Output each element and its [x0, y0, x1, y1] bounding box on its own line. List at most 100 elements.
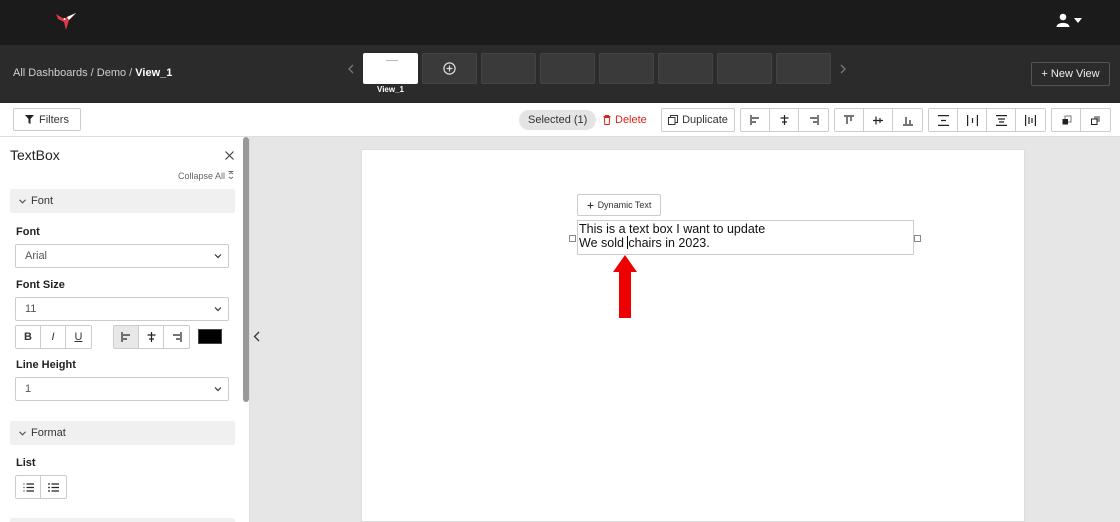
filter-icon	[25, 115, 35, 124]
font-size-select[interactable]: 11	[15, 297, 229, 321]
dashboard-canvas[interactable]	[361, 149, 1025, 522]
delete-button[interactable]: Delete	[603, 109, 647, 131]
view-bar: All Dashboards / Demo / View_1 + New Vie…	[0, 45, 1120, 103]
distribute-horizontal-button[interactable]	[958, 109, 987, 131]
view-slot-empty[interactable]	[717, 53, 772, 84]
view-slot-empty[interactable]	[776, 53, 831, 84]
views-next-arrow-icon[interactable]	[840, 63, 846, 77]
breadcrumb-all-dashboards[interactable]: All Dashboards	[13, 67, 88, 79]
copy-icon	[668, 115, 679, 125]
chevron-down-icon	[19, 198, 26, 204]
thumbnail-preview	[386, 60, 398, 61]
textbox-line-1: This is a text box I want to update	[579, 222, 766, 236]
numbered-list-icon	[23, 482, 34, 492]
align-top-button[interactable]	[835, 109, 864, 131]
breadcrumb-separator: /	[87, 67, 97, 79]
send-to-back-button[interactable]	[1081, 109, 1110, 131]
space-horizontal-button[interactable]	[1016, 109, 1045, 131]
line-height-label: Line Height	[16, 359, 76, 371]
duplicate-button[interactable]: Duplicate	[661, 108, 735, 132]
line-height-select-value: 1	[25, 383, 32, 395]
view-thumbnail-active[interactable]	[363, 53, 418, 84]
add-view-button[interactable]	[422, 53, 477, 84]
layer-order-group	[1051, 108, 1111, 132]
filters-button[interactable]: Filters	[13, 108, 81, 131]
distribute-vertical-button[interactable]	[929, 109, 958, 131]
align-center-button[interactable]	[770, 109, 799, 131]
font-select-value: Arial	[25, 250, 48, 262]
selected-count-badge: Selected (1)	[519, 110, 597, 130]
bullet-list-button[interactable]	[41, 476, 66, 498]
font-section-header[interactable]: Font	[10, 189, 235, 213]
space-horizontal-icon	[1025, 114, 1036, 126]
underline-button[interactable]: U	[66, 326, 91, 348]
close-icon[interactable]	[225, 147, 234, 163]
text-color-swatch[interactable]	[198, 329, 222, 344]
plus-circle-icon	[443, 62, 456, 75]
views-prev-arrow-icon[interactable]	[348, 63, 354, 77]
align-center-icon	[147, 332, 155, 342]
align-top-icon	[844, 114, 854, 124]
collapse-all-button[interactable]: Collapse All	[178, 171, 234, 181]
align-bottom-button[interactable]	[893, 109, 922, 131]
dynamic-text-button[interactable]: Dynamic Text	[577, 194, 661, 216]
chevron-down-icon	[214, 307, 222, 312]
collapse-panel-chevron-left-icon[interactable]	[250, 326, 263, 346]
text-align-left-button[interactable]	[114, 326, 139, 348]
bring-to-front-icon	[1062, 115, 1071, 124]
panel-scrollbar[interactable]	[243, 137, 249, 402]
next-section-header[interactable]	[10, 518, 235, 522]
format-section-header[interactable]: Format	[10, 421, 235, 445]
bold-button[interactable]: B	[16, 326, 41, 348]
line-height-select[interactable]: 1	[15, 377, 229, 401]
resize-handle-right[interactable]	[914, 235, 921, 242]
text-align-right-button[interactable]	[164, 326, 189, 348]
align-left-button[interactable]	[741, 109, 770, 131]
numbered-list-button[interactable]	[16, 476, 41, 498]
italic-button[interactable]: I	[41, 326, 66, 348]
breadcrumb-current: View_1	[135, 67, 173, 79]
selected-textbox[interactable]: This is a text box I want to update We s…	[577, 220, 914, 255]
align-middle-button[interactable]	[864, 109, 893, 131]
font-size-select-value: 11	[25, 303, 37, 315]
bring-to-front-button[interactable]	[1052, 109, 1081, 131]
font-label: Font	[16, 226, 40, 238]
breadcrumb-demo[interactable]: Demo	[97, 67, 126, 79]
chevron-down-icon	[214, 387, 222, 392]
align-center-icon	[780, 115, 788, 125]
text-align-group	[113, 325, 190, 349]
align-right-button[interactable]	[799, 109, 828, 131]
align-middle-icon	[873, 116, 883, 124]
breadcrumb: All Dashboards / Demo / View_1	[13, 67, 172, 79]
user-icon	[1056, 13, 1070, 27]
filters-label: Filters	[39, 113, 69, 126]
textbox-line-2-after-caret: chairs in 2023.	[628, 236, 710, 250]
resize-handle-left[interactable]	[569, 235, 576, 242]
panel-title: TextBox	[10, 147, 60, 163]
align-bottom-icon	[902, 116, 913, 126]
align-right-icon	[173, 332, 182, 342]
font-select[interactable]: Arial	[15, 244, 229, 268]
hummingbird-logo-icon[interactable]	[54, 11, 78, 33]
chevron-down-icon	[214, 254, 222, 259]
align-left-icon	[120, 332, 130, 342]
space-vertical-button[interactable]	[987, 109, 1016, 131]
view-slot-empty[interactable]	[599, 53, 654, 84]
text-align-center-button[interactable]	[139, 326, 164, 348]
new-view-button[interactable]: + New View	[1031, 62, 1110, 86]
format-section-label: Format	[31, 427, 66, 439]
distribute-vertical-icon	[937, 114, 949, 126]
align-right-icon	[810, 115, 819, 125]
caret-down-icon	[1074, 17, 1082, 23]
textbox-line-2-before-caret: We sold	[579, 236, 628, 250]
send-to-back-icon	[1091, 115, 1100, 125]
view-slot-empty[interactable]	[481, 53, 536, 84]
bullet-list-icon	[48, 482, 59, 492]
view-slot-empty[interactable]	[658, 53, 713, 84]
textbox-properties-panel: TextBox Collapse All Font Font Arial Fon…	[0, 137, 250, 522]
view-slot-empty[interactable]	[540, 53, 595, 84]
align-left-icon	[749, 115, 759, 125]
font-size-label: Font Size	[16, 279, 65, 291]
user-menu[interactable]	[1056, 13, 1082, 27]
collapse-all-label: Collapse All	[178, 171, 226, 181]
